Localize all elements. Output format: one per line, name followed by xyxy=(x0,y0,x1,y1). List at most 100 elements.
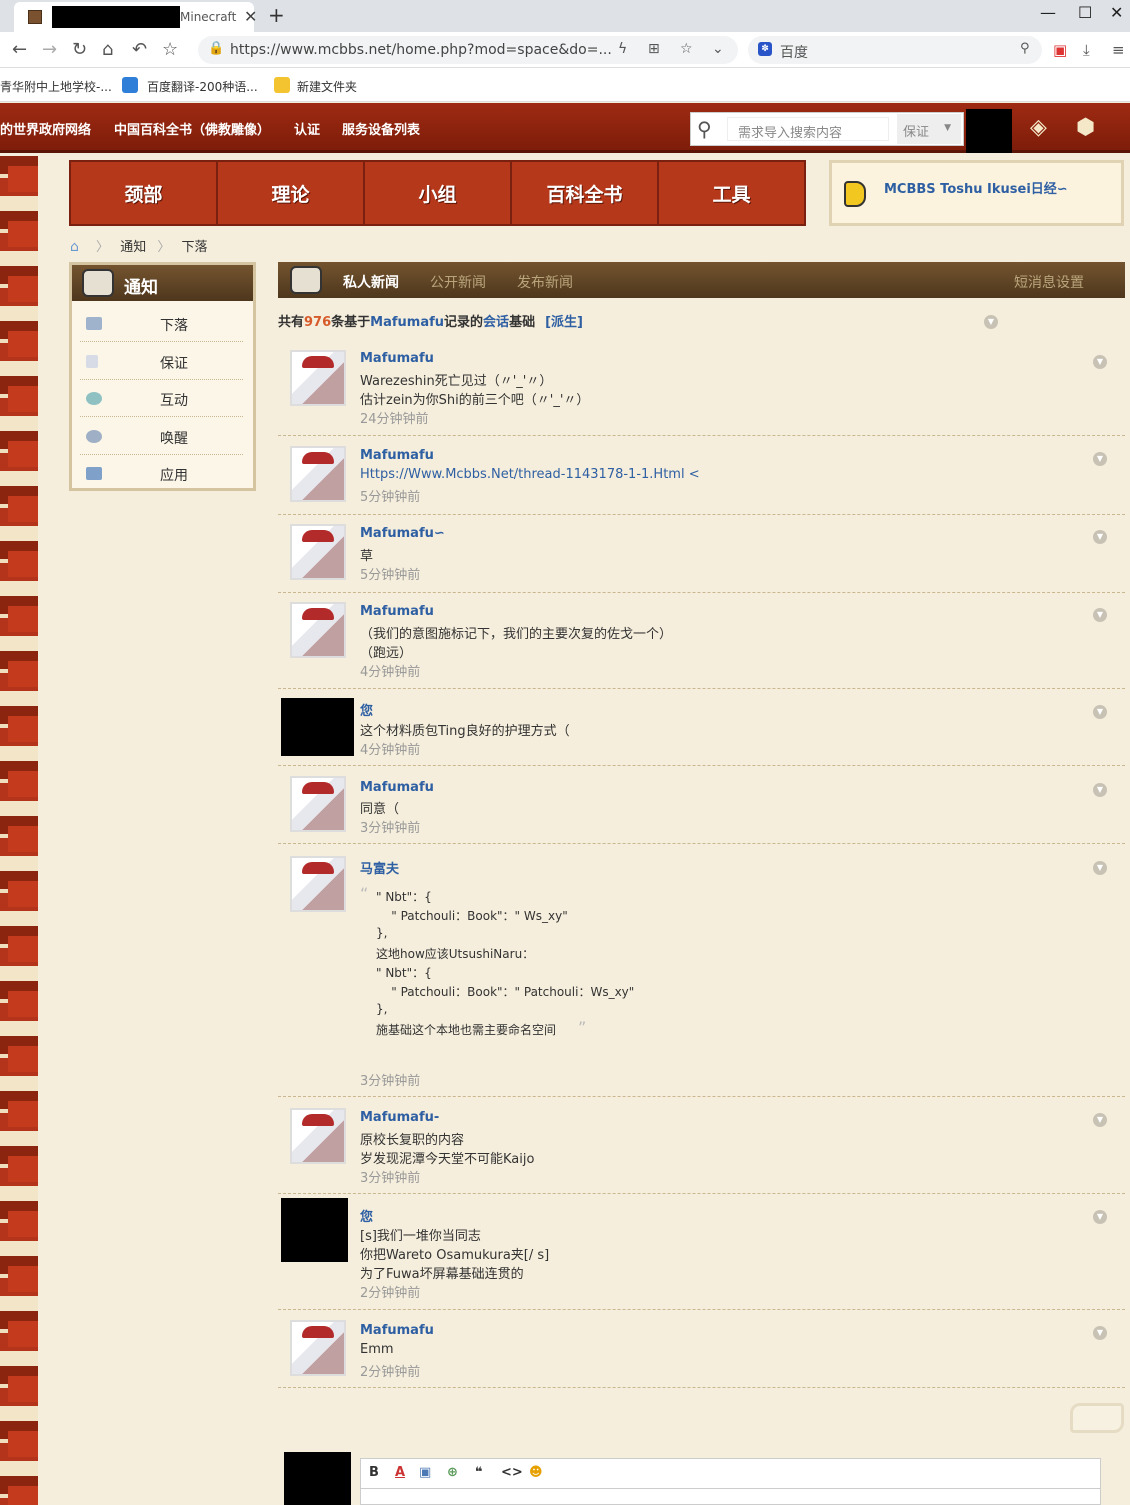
bookmark-item[interactable]: 百度翻译-200种语... xyxy=(147,78,258,95)
message-author[interactable]: 您 xyxy=(360,700,373,719)
download-icon[interactable]: ⤓ xyxy=(1083,41,1090,59)
message-item: 您 这个材料质包Ting良好的护理方式（ 4分钟钟前 ▼ xyxy=(278,689,1125,766)
tab-private-news[interactable]: 私人新闻 xyxy=(343,272,399,292)
avatar[interactable] xyxy=(290,856,346,912)
code-button[interactable]: <> xyxy=(501,1465,523,1480)
avatar[interactable] xyxy=(290,350,346,406)
message-author[interactable]: Mafumafu xyxy=(360,351,434,366)
link-icon[interactable]: ⊕ xyxy=(447,1465,458,1480)
address-bar[interactable]: 🔒 https://www.mcbbs.net/home.php?mod=spa… xyxy=(198,36,738,64)
main-nav-item[interactable]: 百科全书 xyxy=(512,162,659,224)
bookmark-star-icon[interactable]: ☆ xyxy=(680,41,693,57)
star-icon[interactable]: ☆ xyxy=(162,39,178,60)
search-icon[interactable]: ⚲ xyxy=(1020,41,1030,56)
close-tab-icon[interactable]: ✕ xyxy=(244,7,257,26)
options-icon[interactable]: ▼ xyxy=(1093,355,1107,369)
options-icon[interactable]: ▼ xyxy=(1093,1326,1107,1340)
minimize-icon[interactable]: — xyxy=(1040,3,1056,22)
derive-link[interactable]: [派生] xyxy=(545,315,583,330)
sidebar-item-interaction[interactable]: 互动 xyxy=(80,380,243,417)
menu-icon[interactable]: ≡ xyxy=(1112,41,1125,59)
message-link-text[interactable]: Https://Www.Mcbbs.Net/thread-1143178-1-1… xyxy=(360,467,700,482)
options-icon[interactable]: ▼ xyxy=(1093,705,1107,719)
main-nav-item[interactable]: 颈部 xyxy=(71,162,218,224)
message-author[interactable]: Mafumafu- xyxy=(360,1110,439,1125)
breadcrumb-item[interactable]: 通知 xyxy=(120,240,146,255)
eye-icon[interactable]: ◈ xyxy=(1030,115,1047,140)
message-settings-link[interactable]: 短消息设置 xyxy=(1014,272,1084,292)
options-icon[interactable]: ▼ xyxy=(1093,608,1107,622)
avatar[interactable] xyxy=(281,1198,348,1262)
browser-tab[interactable]: Minecraft ✕ xyxy=(14,2,257,32)
home-icon[interactable]: ⌂ xyxy=(70,239,79,255)
chevron-down-icon[interactable]: ⌄ xyxy=(712,41,724,57)
quote-button[interactable]: ❝ xyxy=(475,1465,483,1480)
message-author[interactable]: Mafumafu xyxy=(360,1323,434,1338)
smiley-icon[interactable]: ☻ xyxy=(529,1465,543,1480)
lightning-icon[interactable]: ϟ xyxy=(618,41,627,57)
avatar[interactable] xyxy=(290,776,346,832)
bookmark-item[interactable]: 青华附中上地学校-... xyxy=(0,78,112,95)
main-nav-item[interactable]: 小组 xyxy=(365,162,512,224)
site-search-input[interactable]: 需求导入搜索内容 xyxy=(727,117,889,141)
bookmark-item[interactable]: 新建文件夹 xyxy=(297,78,357,95)
browser-search-box[interactable]: ✽ 百度 ⚲ xyxy=(748,36,1042,64)
avatar[interactable] xyxy=(290,602,346,658)
message-author[interactable]: 您 xyxy=(360,1206,373,1225)
options-icon[interactable]: ▼ xyxy=(1093,1210,1107,1224)
announcement-text[interactable]: MCBBS Toshu Ikusei日经∽ xyxy=(884,178,1068,197)
user-avatar[interactable] xyxy=(966,109,1012,153)
options-icon[interactable]: ▼ xyxy=(1093,861,1107,875)
options-icon[interactable]: ▼ xyxy=(1093,1113,1107,1127)
sidebar-item-apps[interactable]: 应用 xyxy=(80,455,243,492)
tab-public-news[interactable]: 公开新闻 xyxy=(430,272,486,292)
reload-icon[interactable]: ↻ xyxy=(72,39,87,60)
sidebar-item-document[interactable]: 保证 xyxy=(80,343,243,380)
options-icon[interactable]: ▼ xyxy=(1093,783,1107,797)
message-author[interactable]: Mafumafu xyxy=(360,780,434,795)
search-type-select[interactable]: 保证 ▼ xyxy=(897,114,961,144)
options-icon[interactable]: ▼ xyxy=(984,315,998,329)
site-nav-link[interactable]: 服务设备列表 xyxy=(342,119,420,138)
options-icon[interactable]: ▼ xyxy=(1093,530,1107,544)
maximize-icon[interactable]: ☐ xyxy=(1078,3,1092,22)
window-close-icon[interactable]: ✕ xyxy=(1110,3,1123,22)
site-nav-link[interactable]: 的世界政府网络 xyxy=(0,119,91,138)
search-icon[interactable]: ⚲ xyxy=(697,117,712,141)
message-author[interactable]: Mafumafu xyxy=(360,604,434,619)
site-nav-link[interactable]: 中国百科全书（佛教雕像） xyxy=(114,119,270,138)
sidebar-item-wakeup[interactable]: 唤醒 xyxy=(80,418,243,455)
summary-conversation-link[interactable]: 会话 xyxy=(483,315,509,330)
forward-icon[interactable]: → xyxy=(42,39,57,60)
avatar[interactable] xyxy=(290,1108,346,1164)
site-nav-link[interactable]: 认证 xyxy=(294,119,320,138)
translate-icon[interactable]: ⊞ xyxy=(648,41,660,57)
sidebar-item-mail[interactable]: 下落 xyxy=(80,305,243,342)
avatar[interactable] xyxy=(290,446,346,502)
message-author[interactable]: Mafumafu∽ xyxy=(360,526,445,541)
reply-editor[interactable]: B A ▣ ⊕ ❝ <> ☻ xyxy=(360,1458,1101,1505)
undo-icon[interactable]: ↶ xyxy=(132,39,147,60)
avatar[interactable] xyxy=(290,1320,346,1376)
pdf-icon[interactable]: ▣ xyxy=(1053,41,1067,59)
avatar[interactable] xyxy=(290,524,346,580)
reply-arrow-icon[interactable] xyxy=(1070,1403,1124,1433)
sidebar-title: 通知 xyxy=(124,278,158,298)
summary-user-link[interactable]: Mafumafu xyxy=(370,315,444,330)
options-icon[interactable]: ▼ xyxy=(1093,452,1107,466)
main-nav-item[interactable]: 工具 xyxy=(659,162,804,224)
home-icon[interactable]: ⌂ xyxy=(102,39,113,60)
back-icon[interactable]: ← xyxy=(12,39,27,60)
message-link[interactable]: Https://Www.Mcbbs.Net/thread-1143178-1-1… xyxy=(360,467,700,482)
avatar[interactable] xyxy=(281,698,354,756)
font-color-button[interactable]: A xyxy=(395,1465,405,1480)
tab-publish-news[interactable]: 发布新闻 xyxy=(517,272,573,292)
new-tab-button[interactable]: + xyxy=(268,3,285,27)
message-author[interactable]: Mafumafu xyxy=(360,448,434,463)
message-author[interactable]: 马富夫 xyxy=(360,858,399,877)
image-icon[interactable]: ▣ xyxy=(419,1465,431,1480)
breadcrumb-item[interactable]: 下落 xyxy=(182,240,208,255)
main-nav-item[interactable]: 理论 xyxy=(218,162,365,224)
chest-icon[interactable]: ⬢ xyxy=(1076,115,1095,140)
bold-button[interactable]: B xyxy=(369,1465,379,1480)
